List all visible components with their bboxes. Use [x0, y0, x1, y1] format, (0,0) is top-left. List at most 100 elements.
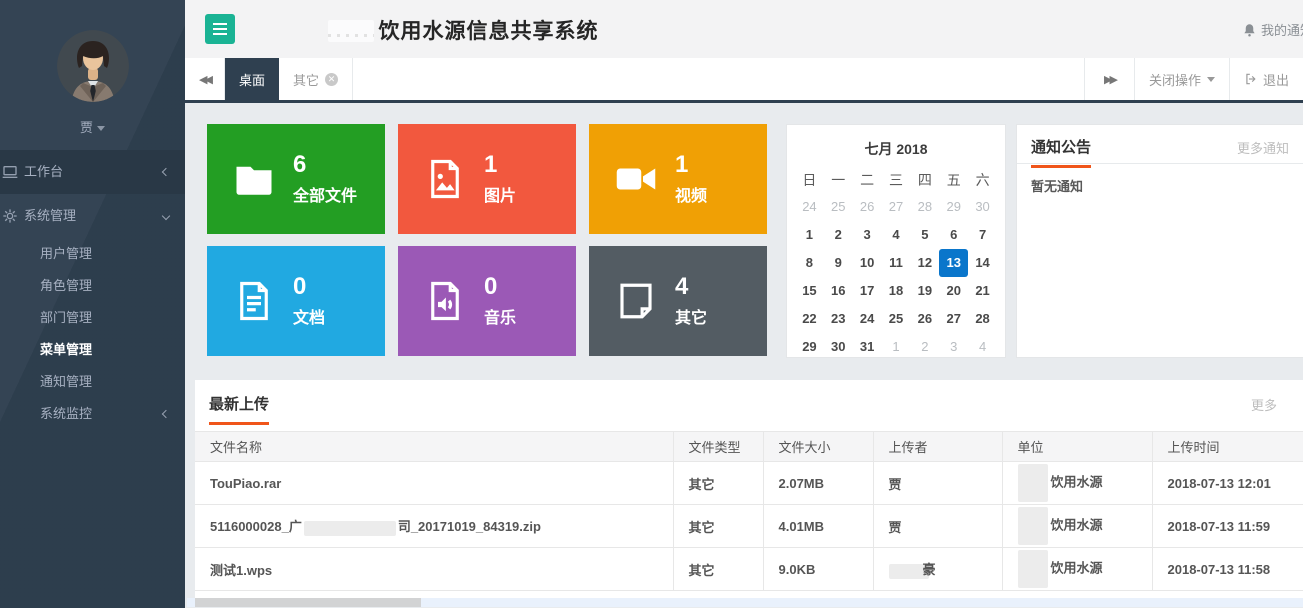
sidebar: 贾 工作台 系统管理 用户管理 角色管理 部门管理 菜单管理 通知管理 系统监控 — [0, 0, 185, 608]
calendar-day[interactable]: 31 — [853, 333, 882, 361]
calendar-day[interactable]: 17 — [853, 277, 882, 305]
scrollbar-thumb[interactable] — [195, 598, 421, 607]
calendar-day[interactable]: 12 — [910, 249, 939, 277]
calendar-day[interactable]: 19 — [910, 277, 939, 305]
more-notices-link[interactable]: 更多通知 — [1237, 138, 1289, 157]
horizontal-scrollbar[interactable] — [187, 598, 1303, 607]
document-icon — [233, 280, 275, 322]
sidebar-item-notifications[interactable]: 通知管理 — [0, 366, 185, 398]
calendar-day[interactable]: 6 — [939, 221, 968, 249]
stat-label: 图片 — [484, 182, 516, 206]
table-row[interactable]: 5116000028_广司_20171019_84319.zip 其它 4.01… — [195, 505, 1303, 548]
more-uploads-link[interactable]: 更多 — [1251, 395, 1277, 414]
double-chevron-left-icon: ◀◀ — [199, 73, 210, 86]
calendar-day[interactable]: 25 — [882, 305, 911, 333]
tab-desktop[interactable]: 桌面 — [225, 58, 279, 100]
table-row[interactable]: 测试1.wps 其它 9.0KB 豪 饮用水源 2018-07-13 11:58 — [195, 548, 1303, 591]
stat-card-other[interactable]: 4其它 — [589, 246, 767, 356]
logout-icon — [1244, 72, 1258, 86]
sidebar-item-roles[interactable]: 角色管理 — [0, 270, 185, 302]
tabbar-spacer — [353, 58, 1084, 100]
calendar-day[interactable]: 15 — [795, 277, 824, 305]
calendar-day[interactable]: 10 — [853, 249, 882, 277]
tab-label: 其它 — [293, 70, 319, 89]
calendar-day[interactable]: 1 — [882, 333, 911, 361]
calendar-weekday: 五 — [939, 167, 968, 193]
scroll-tabs-left-button[interactable]: ◀◀ — [185, 58, 225, 100]
sidebar-item-monitor[interactable]: 系统监控 — [0, 398, 185, 430]
calendar-day[interactable]: 23 — [824, 305, 853, 333]
my-notifications-link[interactable]: 我的通知 — [1242, 20, 1303, 39]
calendar-day[interactable]: 20 — [939, 277, 968, 305]
stat-card-all-files[interactable]: 6 全部文件 — [207, 124, 385, 234]
close-tab-icon[interactable]: ✕ — [325, 73, 338, 86]
notice-panel: 通知公告 更多通知 暂无通知 — [1016, 124, 1303, 358]
chevron-left-icon — [162, 410, 170, 418]
calendar-day[interactable]: 30 — [968, 193, 997, 221]
cell-unit: 饮用水源 — [1002, 462, 1152, 505]
hamburger-menu-button[interactable] — [205, 14, 235, 44]
calendar-day[interactable]: 11 — [882, 249, 911, 277]
calendar-day[interactable]: 29 — [939, 193, 968, 221]
stat-card-videos[interactable]: 1视频 — [589, 124, 767, 234]
cell-unit: 饮用水源 — [1002, 548, 1152, 591]
calendar-day[interactable]: 2 — [824, 221, 853, 249]
calendar-day[interactable]: 5 — [910, 221, 939, 249]
sidebar-item-menus[interactable]: 菜单管理 — [0, 334, 185, 366]
calendar-day[interactable]: 1 — [795, 221, 824, 249]
calendar-day[interactable]: 26 — [910, 305, 939, 333]
scroll-tabs-right-button[interactable]: ▶▶ — [1084, 58, 1134, 100]
calendar-day[interactable]: 25 — [824, 193, 853, 221]
calendar-day[interactable]: 27 — [939, 305, 968, 333]
calendar-day[interactable]: 9 — [824, 249, 853, 277]
calendar-day[interactable]: 24 — [795, 193, 824, 221]
calendar-week-row: 15161718192021 — [795, 277, 997, 305]
sidebar-item-system[interactable]: 系统管理 — [0, 194, 185, 238]
calendar-day[interactable]: 3 — [939, 333, 968, 361]
stat-label: 其它 — [675, 304, 707, 328]
latest-uploads-panel: 最新上传 更多 文件名称 文件类型 文件大小 上传者 单位 上传时间 TouPi… — [195, 380, 1303, 598]
sidebar-item-workbench[interactable]: 工作台 — [0, 150, 185, 194]
calendar-day[interactable]: 13 — [939, 249, 968, 277]
sidebar-item-users[interactable]: 用户管理 — [0, 238, 185, 270]
chevron-down-icon — [162, 212, 170, 220]
calendar-day[interactable]: 28 — [968, 305, 997, 333]
calendar-day[interactable]: 4 — [968, 333, 997, 361]
stat-label: 全部文件 — [293, 182, 357, 206]
calendar-day[interactable]: 28 — [910, 193, 939, 221]
calendar-day[interactable]: 4 — [882, 221, 911, 249]
cell-file-name: TouPiao.rar — [195, 462, 673, 505]
stat-card-documents[interactable]: 0文档 — [207, 246, 385, 356]
logout-button[interactable]: 退出 — [1229, 58, 1303, 100]
calendar-day[interactable]: 24 — [853, 305, 882, 333]
calendar-day[interactable]: 3 — [853, 221, 882, 249]
sidebar-item-departments[interactable]: 部门管理 — [0, 302, 185, 334]
stat-count: 1 — [675, 152, 707, 178]
calendar-weekday: 一 — [824, 167, 853, 193]
close-operations-dropdown[interactable]: 关闭操作 — [1134, 58, 1229, 100]
username[interactable]: 贾 — [0, 117, 185, 136]
stat-count: 6 — [293, 152, 357, 178]
calendar-day[interactable]: 7 — [968, 221, 997, 249]
calendar-weekday: 二 — [853, 167, 882, 193]
calendar-day[interactable]: 30 — [824, 333, 853, 361]
avatar[interactable] — [57, 30, 129, 102]
calendar-day[interactable]: 8 — [795, 249, 824, 277]
calendar-day[interactable]: 16 — [824, 277, 853, 305]
tab-other[interactable]: 其它 ✕ — [279, 58, 353, 100]
table-row[interactable]: TouPiao.rar 其它 2.07MB 贾 饮用水源 2018-07-13 … — [195, 462, 1303, 505]
calendar-day[interactable]: 2 — [910, 333, 939, 361]
calendar-day[interactable]: 18 — [882, 277, 911, 305]
calendar-grid: 2425262728293012345678910111213141516171… — [795, 193, 997, 361]
cell-file-name: 测试1.wps — [195, 548, 673, 591]
calendar-day[interactable]: 22 — [795, 305, 824, 333]
stat-card-images[interactable]: 1图片 — [398, 124, 576, 234]
calendar-day[interactable]: 29 — [795, 333, 824, 361]
calendar-day[interactable]: 14 — [968, 249, 997, 277]
calendar-day[interactable]: 27 — [882, 193, 911, 221]
sidebar-subitem-label: 用户管理 — [40, 246, 92, 261]
stat-card-music[interactable]: 0音乐 — [398, 246, 576, 356]
calendar-day[interactable]: 26 — [853, 193, 882, 221]
sidebar-subitem-label: 角色管理 — [40, 278, 92, 293]
calendar-day[interactable]: 21 — [968, 277, 997, 305]
